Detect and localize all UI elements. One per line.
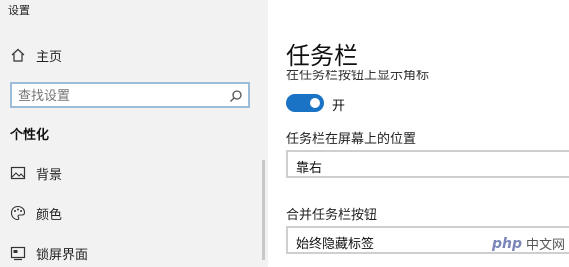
sidebar-scrollbar[interactable] [262,160,265,260]
picture-icon [10,165,26,181]
php-logo: php [491,235,522,252]
sidebar-item-label: 背景 [36,167,63,183]
combine-select-value: 始终隐藏标签 [296,237,375,252]
sidebar-item-home[interactable]: 主页 [10,44,62,66]
search-icon[interactable] [229,88,243,102]
page-title: 任务栏 [286,42,358,70]
sidebar-item-label: 颜色 [36,207,63,223]
sidebar-item-label: 主页 [36,49,63,65]
window-title: 设置 [8,4,30,17]
sidebar-item-label: 锁屏界面 [36,247,89,263]
position-select-value: 靠右 [296,161,323,176]
lock-screen-icon [10,245,26,261]
home-icon [10,47,26,63]
combine-label: 合并任务栏按钮 [286,208,378,223]
sidebar: 设置 主页 个性化 背景 颜色 锁屏界面 [0,0,268,267]
sidebar-item-background[interactable]: 背景 [10,162,62,184]
watermark: php 中文网 [491,234,565,254]
badge-setting-label: 在任务栏按钮上显示角标 [286,70,430,83]
watermark-text: 中文网 [525,238,565,253]
position-select[interactable]: 靠右 [286,150,569,178]
sidebar-item-colors[interactable]: 颜色 [10,202,62,224]
toggle-state-label: 开 [332,99,346,114]
search-box[interactable] [10,82,250,108]
sidebar-item-lock-screen[interactable]: 锁屏界面 [10,242,88,264]
main-panel: 任务栏 在任务栏按钮上显示角标 开 任务栏在屏幕上的位置 靠右 合并任务栏按钮 … [268,0,569,267]
section-header: 个性化 [10,128,50,143]
badge-toggle[interactable] [286,94,324,112]
toggle-knob [310,98,320,108]
search-input[interactable] [16,86,225,106]
palette-icon [10,205,26,221]
position-label: 任务栏在屏幕上的位置 [286,132,417,147]
